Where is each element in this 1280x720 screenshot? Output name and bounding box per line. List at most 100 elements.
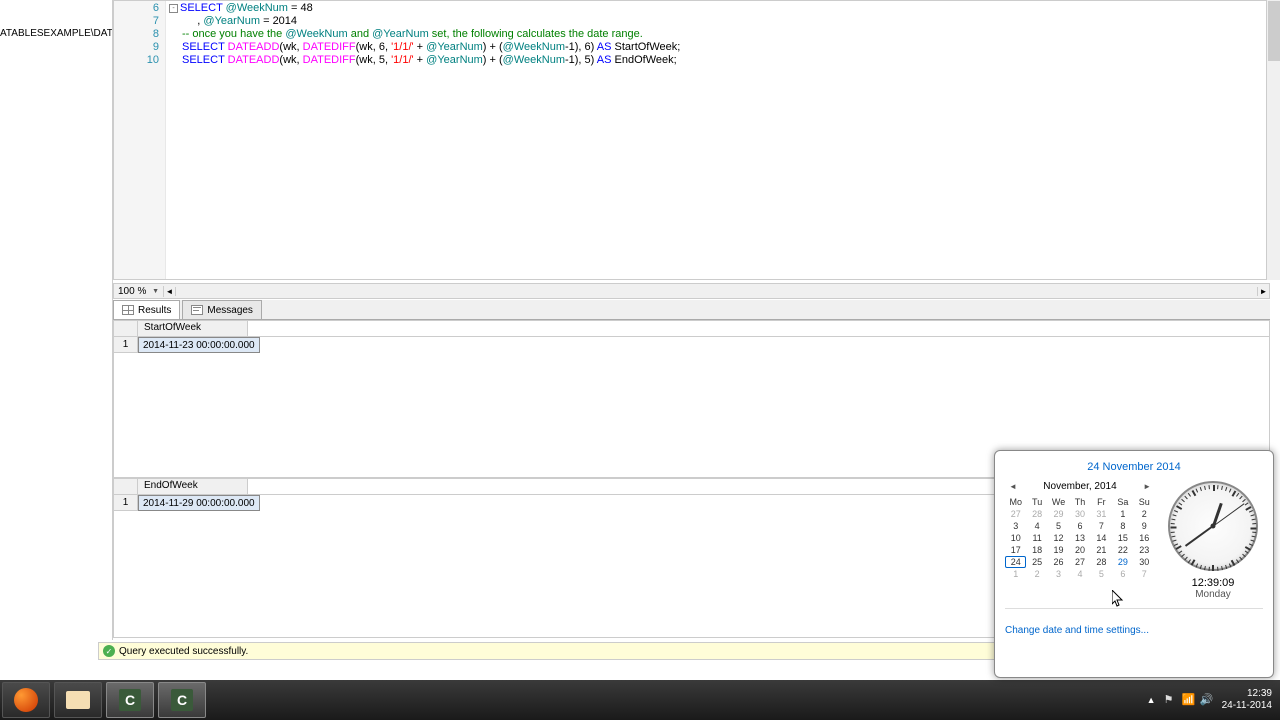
flag-icon[interactable]: ⚑ — [1164, 693, 1178, 707]
folder-icon — [66, 691, 90, 709]
sql-editor[interactable]: 678910 -SELECT @WeekNum = 48 , @YearNum … — [113, 0, 1270, 280]
analog-clock — [1168, 481, 1258, 571]
calendar-day[interactable]: 2 — [1134, 508, 1155, 520]
grid-corner[interactable] — [114, 479, 138, 494]
calendar-day[interactable]: 7 — [1134, 568, 1155, 580]
calendar-day[interactable]: 18 — [1026, 544, 1047, 556]
calendar-day[interactable]: 14 — [1091, 532, 1112, 544]
taskbar-firefox[interactable] — [2, 682, 50, 718]
calendar-day[interactable]: 19 — [1048, 544, 1069, 556]
calendar-day[interactable]: 31 — [1091, 508, 1112, 520]
calendar-day[interactable]: 27 — [1069, 556, 1090, 568]
calendar-day[interactable]: 6 — [1112, 568, 1133, 580]
tab-results[interactable]: Results — [113, 300, 180, 319]
calendar-day[interactable]: 6 — [1069, 520, 1090, 532]
column-header[interactable]: StartOfWeek — [138, 321, 248, 336]
cell-value[interactable]: 2014-11-23 00:00:00.000 — [138, 337, 260, 353]
cell-value[interactable]: 2014-11-29 00:00:00.000 — [138, 495, 260, 511]
tab-messages-label: Messages — [207, 305, 253, 316]
clock-center — [1211, 524, 1216, 529]
editor-bottom-bar: 100 % ▼ ◄ ► — [113, 283, 1270, 299]
calendar-popup: 24 November 2014 ◄ November, 2014 ► MoTu… — [994, 450, 1274, 678]
minute-hand — [1185, 525, 1214, 547]
zoom-dropdown[interactable]: 100 % ▼ — [114, 286, 164, 297]
calendar-dow: Su — [1134, 496, 1155, 508]
chevron-down-icon: ▼ — [152, 288, 159, 295]
camtasia-icon: C — [171, 689, 193, 711]
windows-taskbar[interactable]: C C ▲ ⚑ 📶 🔊 12:39 24-11-2014 — [0, 680, 1280, 720]
taskbar-camtasia-2[interactable]: C — [158, 682, 206, 718]
network-icon[interactable]: 📶 — [1182, 693, 1196, 707]
tab-results-label: Results — [138, 305, 171, 316]
system-tray[interactable]: ▲ ⚑ 📶 🔊 12:39 24-11-2014 — [1147, 688, 1280, 712]
calendar-day[interactable]: 12 — [1048, 532, 1069, 544]
grid-icon — [122, 305, 134, 315]
taskbar-explorer[interactable] — [54, 682, 102, 718]
zoom-value: 100 % — [118, 286, 146, 297]
digital-time: 12:39:09 — [1163, 577, 1263, 589]
calendar-day[interactable]: 22 — [1112, 544, 1133, 556]
calendar-next-month[interactable]: ► — [1139, 482, 1155, 491]
calendar-day[interactable]: 1 — [1112, 508, 1133, 520]
messages-icon — [191, 305, 203, 315]
taskbar-camtasia-1[interactable]: C — [106, 682, 154, 718]
hscroll-left-button[interactable]: ◄ — [164, 287, 176, 296]
calendar-day[interactable]: 30 — [1069, 508, 1090, 520]
volume-icon[interactable]: 🔊 — [1200, 693, 1214, 707]
calendar-day[interactable]: 3 — [1048, 568, 1069, 580]
calendar-day[interactable]: 20 — [1069, 544, 1090, 556]
calendar-day[interactable]: 24 — [1005, 556, 1026, 568]
calendar-day[interactable]: 1 — [1005, 568, 1026, 580]
calendar-prev-month[interactable]: ◄ — [1005, 482, 1021, 491]
calendar-dow: Tu — [1026, 496, 1047, 508]
calendar-day[interactable]: 29 — [1048, 508, 1069, 520]
row-number[interactable]: 1 — [114, 337, 138, 353]
code-content[interactable]: -SELECT @WeekNum = 48 , @YearNum = 2014-… — [166, 1, 1269, 279]
calendar-day[interactable]: 10 — [1005, 532, 1026, 544]
calendar-day[interactable]: 25 — [1026, 556, 1047, 568]
calendar-day[interactable]: 4 — [1069, 568, 1090, 580]
calendar-day[interactable]: 21 — [1091, 544, 1112, 556]
calendar-day[interactable]: 5 — [1048, 520, 1069, 532]
object-explorer-panel[interactable]: ATABLESEXAMPLE\DATA — [0, 0, 113, 640]
row-number[interactable]: 1 — [114, 495, 138, 511]
calendar-day[interactable]: 2 — [1026, 568, 1047, 580]
calendar-dow: Th — [1069, 496, 1090, 508]
calendar-day[interactable]: 17 — [1005, 544, 1026, 556]
tab-messages[interactable]: Messages — [182, 300, 262, 319]
tray-clock[interactable]: 12:39 24-11-2014 — [1222, 688, 1272, 712]
calendar-day[interactable]: 16 — [1134, 532, 1155, 544]
calendar-dow: Fr — [1091, 496, 1112, 508]
editor-vertical-scrollbar[interactable] — [1266, 0, 1280, 280]
calendar-day[interactable]: 5 — [1091, 568, 1112, 580]
hscroll-right-button[interactable]: ► — [1257, 287, 1269, 296]
scrollbar-thumb[interactable] — [1268, 1, 1280, 61]
calendar-day[interactable]: 28 — [1026, 508, 1047, 520]
calendar-day[interactable]: 13 — [1069, 532, 1090, 544]
calendar-day[interactable]: 28 — [1091, 556, 1112, 568]
success-icon: ✓ — [103, 645, 115, 657]
calendar-day[interactable]: 29 — [1112, 556, 1133, 568]
tray-overflow-icon[interactable]: ▲ — [1147, 695, 1156, 705]
calendar-day[interactable]: 27 — [1005, 508, 1026, 520]
calendar-day[interactable]: 11 — [1026, 532, 1047, 544]
calendar-day[interactable]: 30 — [1134, 556, 1155, 568]
calendar-day[interactable]: 4 — [1026, 520, 1047, 532]
calendar-day[interactable]: 15 — [1112, 532, 1133, 544]
calendar-day[interactable]: 9 — [1134, 520, 1155, 532]
table-row[interactable]: 1 2014-11-23 00:00:00.000 — [114, 337, 1269, 353]
tree-node-text[interactable]: ATABLESEXAMPLE\DATA — [0, 28, 112, 39]
calendar-day[interactable]: 26 — [1048, 556, 1069, 568]
line-number-gutter: 678910 — [114, 1, 166, 279]
calendar-day[interactable]: 23 — [1134, 544, 1155, 556]
calendar-dow: We — [1048, 496, 1069, 508]
calendar-dow: Sa — [1112, 496, 1133, 508]
calendar-day[interactable]: 7 — [1091, 520, 1112, 532]
calendar-month-label[interactable]: November, 2014 — [1043, 481, 1116, 492]
calendar-title: 24 November 2014 — [1005, 461, 1263, 473]
grid-corner[interactable] — [114, 321, 138, 336]
column-header[interactable]: EndOfWeek — [138, 479, 248, 494]
calendar-day[interactable]: 3 — [1005, 520, 1026, 532]
change-datetime-link[interactable]: Change date and time settings... — [1005, 625, 1263, 636]
calendar-day[interactable]: 8 — [1112, 520, 1133, 532]
